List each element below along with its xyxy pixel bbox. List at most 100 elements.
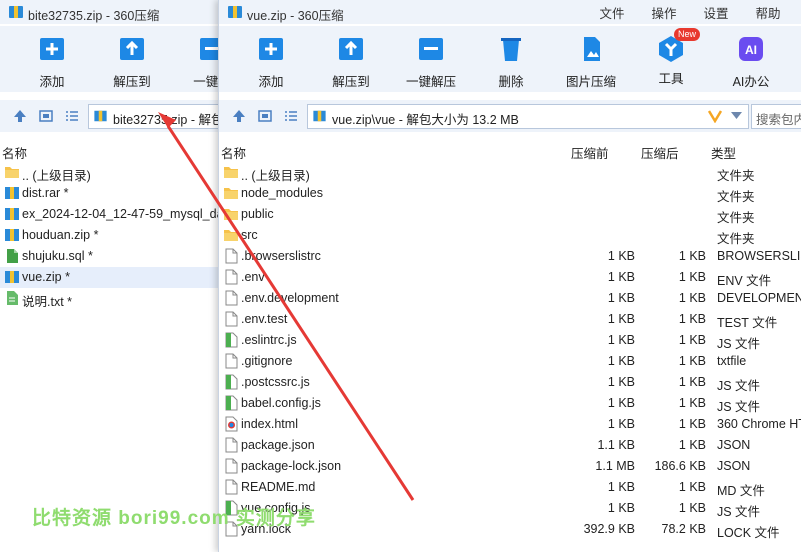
- column-name-header[interactable]: 名称: [2, 143, 27, 162]
- file-row[interactable]: .gitignore 1 KB 1 KB txtfile: [219, 351, 801, 372]
- sql-icon: [7, 249, 18, 263]
- delete-button[interactable]: 删除: [471, 32, 551, 90]
- size-after: 1 KB: [678, 501, 706, 515]
- address-field[interactable]: vue.zip\vue - 解包大小为 13.2 MB: [307, 104, 749, 129]
- file-row[interactable]: README.md 1 KB 1 KB MD 文件: [219, 477, 801, 498]
- file-name: ex_2024-12-04_12-47-59_mysql_da: [22, 207, 224, 221]
- file-row[interactable]: .env.test 1 KB 1 KB TEST 文件: [219, 309, 801, 330]
- size-after: 1 KB: [678, 438, 706, 452]
- tools-label: 工具: [658, 72, 684, 86]
- file-type: JS 文件: [717, 337, 761, 351]
- view-list-icon[interactable]: [283, 108, 299, 124]
- menu-operation[interactable]: 操作: [638, 3, 690, 22]
- view-thumbnail-icon[interactable]: [38, 108, 54, 124]
- view-list-icon[interactable]: [64, 108, 80, 124]
- file-name: .. (上级目录): [22, 169, 91, 183]
- extract-to-button[interactable]: 解压到: [311, 32, 391, 90]
- view-thumbnail-icon[interactable]: [257, 108, 273, 124]
- file-type: JS 文件: [717, 379, 761, 393]
- file-row[interactable]: .postcssrc.js 1 KB 1 KB JS 文件: [219, 372, 801, 393]
- file-row[interactable]: public 文件夹: [219, 204, 801, 225]
- search-input[interactable]: 搜索包内: [751, 104, 801, 129]
- up-arrow-icon[interactable]: [12, 108, 28, 124]
- menu-help[interactable]: 帮助: [742, 3, 794, 22]
- file-row[interactable]: vue.zip *: [0, 267, 228, 288]
- size-before: 1 KB: [607, 333, 635, 347]
- image-compress-button[interactable]: 图片压缩: [551, 32, 631, 90]
- delete-icon: [501, 38, 521, 61]
- file-name: babel.config.js: [241, 396, 321, 410]
- file-type: BROWSERSLIST: [717, 249, 801, 263]
- file-row[interactable]: .eslintrc.js 1 KB 1 KB JS 文件: [219, 330, 801, 351]
- size-before: 1 KB: [607, 501, 635, 515]
- column-name-header[interactable]: 名称: [221, 143, 246, 162]
- file-row[interactable]: .. (上级目录): [0, 162, 228, 183]
- file-row[interactable]: 说明.txt *: [0, 288, 228, 309]
- file-row[interactable]: shujuku.sql *: [0, 246, 228, 267]
- back-extract-to-label: 解压到: [113, 75, 151, 89]
- file-row[interactable]: dist.rar *: [0, 183, 228, 204]
- up-arrow-icon[interactable]: [231, 108, 247, 124]
- tools-button[interactable]: New 工具: [631, 28, 711, 87]
- menu-settings[interactable]: 设置: [690, 3, 742, 22]
- file-row[interactable]: ex_2024-12-04_12-47-59_mysql_da: [0, 204, 228, 225]
- size-before: 1 KB: [607, 312, 635, 326]
- delete-label: 删除: [498, 75, 524, 89]
- archive-icon: [5, 208, 19, 220]
- size-before: 1 KB: [607, 291, 635, 305]
- file-name: README.md: [241, 480, 316, 494]
- file-row[interactable]: babel.config.js 1 KB 1 KB JS 文件: [219, 393, 801, 414]
- file-type: JS 文件: [717, 505, 761, 519]
- ai-office-button[interactable]: AI AI办公: [711, 32, 791, 90]
- file-icon: [225, 437, 238, 453]
- file-name: houduan.zip *: [22, 228, 99, 242]
- extract-to-label: 解压到: [332, 75, 370, 89]
- dropdown-icon[interactable]: [731, 112, 742, 120]
- file-name: src: [241, 228, 258, 242]
- txt-icon: [7, 291, 18, 305]
- archive-icon: [5, 187, 19, 199]
- image-compress-label: 图片压缩: [565, 75, 616, 89]
- one-click-extract-button[interactable]: 一键解压: [391, 32, 471, 90]
- file-type: 文件夹: [717, 232, 755, 246]
- file-type: 360 Chrome HT: [717, 417, 801, 431]
- file-row[interactable]: index.html 1 KB 1 KB 360 Chrome HT: [219, 414, 801, 435]
- file-row[interactable]: node_modules 文件夹: [219, 183, 801, 204]
- file-row[interactable]: src 文件夹: [219, 225, 801, 246]
- file-icon: [225, 458, 238, 474]
- file-list: .. (上级目录) 文件夹 node_modules 文件夹 public 文件夹 src 文…: [219, 162, 801, 540]
- back-address-bar: bite32735.zip - 解包: [0, 100, 228, 132]
- file-name: dist.rar *: [22, 186, 69, 200]
- file-type: DEVELOPMENT: [717, 291, 801, 305]
- folder-icon: [224, 209, 238, 220]
- front-window-title: vue.zip - 360压缩: [247, 9, 344, 23]
- column-type-header[interactable]: 类型: [711, 143, 736, 162]
- size-after: 1 KB: [678, 270, 706, 284]
- back-add-button[interactable]: 添加: [12, 32, 92, 90]
- html-icon: [225, 416, 238, 432]
- back-extract-to-button[interactable]: 解压到: [92, 32, 172, 90]
- back-address-field[interactable]: bite32735.zip - 解包: [88, 104, 228, 129]
- back-title-bar: bite32735.zip - 360压缩: [0, 0, 228, 24]
- file-row[interactable]: package.json 1.1 KB 1 KB JSON: [219, 435, 801, 456]
- column-after-header[interactable]: 压缩后: [641, 143, 679, 162]
- file-icon: [225, 290, 238, 306]
- file-row[interactable]: package-lock.json 1.1 MB 186.6 KB JSON: [219, 456, 801, 477]
- file-row[interactable]: .. (上级目录) 文件夹: [219, 162, 801, 183]
- column-before-header[interactable]: 压缩前: [571, 143, 609, 162]
- extract-to-icon: [339, 38, 363, 60]
- file-icon: [225, 353, 238, 369]
- file-row[interactable]: .env 1 KB 1 KB ENV 文件: [219, 267, 801, 288]
- archive-logo-icon: [9, 6, 23, 18]
- file-type: JSON: [717, 438, 751, 452]
- menu-file[interactable]: 文件: [586, 3, 638, 22]
- add-button[interactable]: 添加: [231, 32, 311, 90]
- size-after: 186.6 KB: [654, 459, 706, 473]
- file-row[interactable]: .browserslistrc 1 KB 1 KB BROWSERSLIST: [219, 246, 801, 267]
- extract-to-icon: [120, 38, 144, 60]
- zip-icon: [313, 110, 326, 122]
- file-row[interactable]: .env.development 1 KB 1 KB DEVELOPMENT: [219, 288, 801, 309]
- add-label: 添加: [258, 75, 284, 89]
- image-compress-icon: [584, 37, 600, 61]
- file-row[interactable]: houduan.zip *: [0, 225, 228, 246]
